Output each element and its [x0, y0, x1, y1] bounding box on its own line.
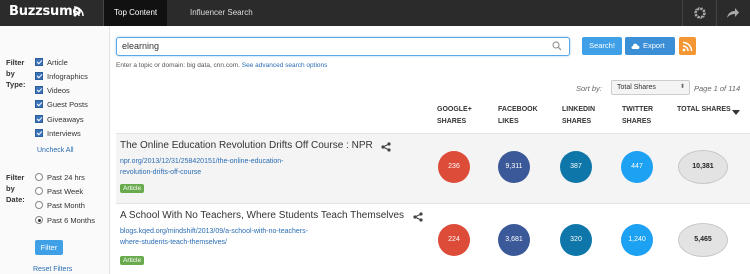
select-arrows-icon: ⬍: [679, 84, 685, 90]
filter-item-label: Past Month: [47, 201, 85, 210]
share-icon[interactable]: [381, 142, 391, 152]
result-row: The Online Education Revolution Drifts O…: [116, 133, 750, 203]
tab-top-content[interactable]: Top Content: [104, 0, 168, 26]
rss-icon: [682, 41, 693, 52]
filter-type-infographics[interactable]: Infographics: [35, 71, 88, 83]
result-url[interactable]: blogs.kqed.org/mindshift/2013/09/a-schoo…: [120, 226, 350, 248]
url-line: npr.org/2013/12/31/258420151/the-online-…: [120, 158, 284, 165]
filter-date-6months[interactable]: Past 6 Months: [35, 215, 95, 226]
share-arrow-icon[interactable]: [725, 5, 741, 21]
col-label: LINKEDIN: [562, 106, 596, 113]
result-url[interactable]: npr.org/2013/12/31/258420151/the-online-…: [120, 156, 320, 178]
rss-button[interactable]: [679, 37, 696, 55]
col-label: GOOGLE+: [437, 106, 472, 113]
total-shares-count[interactable]: 5,465: [678, 223, 728, 257]
filter-item-label: Past 24 hrs: [47, 173, 85, 182]
result-title[interactable]: The Online Education Revolution Drifts O…: [120, 140, 373, 151]
checkbox[interactable]: [35, 115, 43, 123]
radio[interactable]: [35, 187, 43, 195]
filter-item-label: Interviews: [47, 129, 81, 138]
filter-date-24hrs[interactable]: Past 24 hrs: [35, 172, 85, 184]
tab-influencer-search[interactable]: Influencer Search: [180, 0, 263, 26]
filter-type-interviews[interactable]: Interviews: [35, 128, 81, 140]
result-row: A School With No Teachers, Where Student…: [116, 203, 750, 273]
radio[interactable]: [35, 173, 43, 181]
filter-button[interactable]: Filter: [35, 240, 63, 255]
col-facebook-likes[interactable]: FACEBOOK LIKES: [498, 104, 538, 128]
reset-filters-link[interactable]: Reset Filters: [33, 266, 72, 273]
cloud-download-icon: [631, 43, 640, 49]
filter-item-label: Article: [47, 58, 68, 67]
filter-item-label: Giveaways: [47, 115, 84, 124]
wifi-logo-icon: [73, 6, 84, 17]
col-twitter-shares[interactable]: TWITTER SHARES: [622, 104, 653, 128]
logo[interactable]: Buzzsumo: [9, 4, 81, 19]
twitter-shares-count[interactable]: 1,240: [621, 224, 653, 256]
search-hint: Enter a topic or domain: big data, cnn.c…: [116, 62, 327, 69]
radio[interactable]: [35, 216, 43, 224]
col-label: SHARES: [622, 118, 652, 125]
url-line: revolution-drifts-off-course: [120, 169, 202, 176]
export-label: Export: [643, 41, 665, 50]
facebook-likes-count[interactable]: 3,681: [498, 224, 530, 256]
col-label: SHARES: [562, 118, 592, 125]
search-icon: [552, 41, 562, 51]
sort-selected-value: Total Shares: [617, 84, 656, 91]
sort-by-label: Sort by:: [576, 84, 602, 93]
page-info: Page 1 of 114: [694, 84, 741, 93]
col-label: LIKES: [498, 118, 519, 125]
hint-text: Enter a topic or domain: big data, cnn.c…: [116, 62, 240, 69]
checkbox[interactable]: [35, 86, 43, 94]
google-shares-count[interactable]: 224: [438, 224, 470, 256]
type-badge: Article: [120, 184, 145, 193]
checkbox[interactable]: [35, 129, 43, 137]
col-total-shares[interactable]: TOTAL SHARES: [677, 104, 731, 116]
url-line: blogs.kqed.org/mindshift/2013/09/a-schoo…: [120, 228, 308, 235]
col-linkedin-shares[interactable]: LINKEDIN SHARES: [562, 104, 595, 128]
filter-item-label: Past Week: [47, 187, 84, 196]
col-google-shares[interactable]: GOOGLE+ SHARES: [437, 104, 472, 128]
filter-type-article[interactable]: Article: [35, 57, 68, 69]
type-badge: Article: [120, 256, 145, 265]
filter-item-label: Guest Posts: [47, 100, 88, 109]
result-title[interactable]: A School With No Teachers, Where Student…: [120, 210, 404, 221]
filter-item-label: Videos: [47, 86, 70, 95]
filter-type-videos[interactable]: Videos: [35, 85, 70, 97]
radio[interactable]: [35, 201, 43, 209]
col-label: SHARES: [437, 118, 467, 125]
filter-item-label: Infographics: [47, 72, 88, 81]
checkbox[interactable]: [35, 72, 43, 80]
filter-type-label: Filter by Type:: [6, 58, 26, 89]
filter-type-giveaways[interactable]: Giveaways: [35, 114, 84, 126]
facebook-likes-count[interactable]: 9,311: [498, 151, 530, 183]
export-button[interactable]: Export: [625, 37, 675, 55]
col-label: FACEBOOK: [498, 106, 538, 113]
share-icon[interactable]: [413, 212, 423, 222]
divider: [682, 0, 683, 26]
twitter-shares-count[interactable]: 447: [621, 151, 653, 183]
top-nav-bar: Buzzsumo Top Content Influencer Search: [0, 0, 750, 26]
search-button[interactable]: Search!: [582, 37, 622, 55]
sort-desc-icon[interactable]: [732, 110, 740, 115]
search-input[interactable]: elearning: [116, 37, 570, 56]
gear-icon[interactable]: [692, 5, 708, 21]
total-shares-count[interactable]: 10,381: [678, 150, 728, 184]
sort-select[interactable]: Total Shares ⬍: [611, 80, 690, 95]
col-label: TWITTER: [622, 106, 654, 113]
checkbox[interactable]: [35, 100, 43, 108]
advanced-search-link[interactable]: See advanced search options: [242, 62, 328, 69]
linkedin-shares-count[interactable]: 387: [560, 151, 592, 183]
filter-item-label: Past 6 Months: [47, 216, 95, 225]
divider: [716, 0, 717, 26]
google-shares-count[interactable]: 236: [438, 151, 470, 183]
linkedin-shares-count[interactable]: 320: [560, 224, 592, 256]
filter-date-week[interactable]: Past Week: [35, 186, 83, 198]
filter-type-guest-posts[interactable]: Guest Posts: [35, 99, 88, 111]
url-line: where-students-teach-themselves/: [120, 239, 227, 246]
checkbox[interactable]: [35, 58, 43, 66]
filter-date-label: Filter by Date:: [6, 173, 25, 204]
uncheck-all-link[interactable]: Uncheck All: [37, 147, 74, 154]
filter-date-month[interactable]: Past Month: [35, 200, 85, 212]
